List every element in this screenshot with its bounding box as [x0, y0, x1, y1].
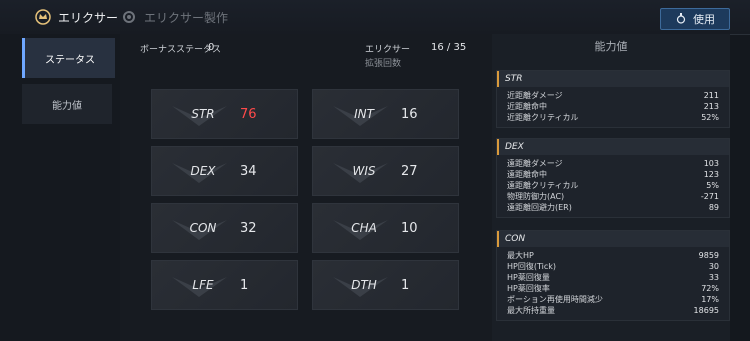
elixir-counter-value: 16 / 35: [431, 42, 467, 53]
sidebar-item-label: 能力値: [52, 100, 82, 112]
stat-name: DTH: [351, 278, 377, 292]
stat-name: INT: [354, 107, 374, 121]
ability-label: 遠距離クリティカル: [507, 181, 579, 190]
tab-elixir-craft-label: エリクサー製作: [144, 10, 229, 25]
ability-row: 遠距離命中 123: [497, 169, 729, 180]
ability-row: 最大HP 9859: [497, 250, 729, 261]
stat-name: STR: [191, 107, 215, 121]
ability-value: 211: [703, 91, 719, 100]
ability-value: 33: [708, 273, 719, 282]
sidebar-item-label: ステータス: [45, 54, 95, 66]
bonus-status-value: 0: [208, 42, 215, 53]
ability-value: 52%: [701, 113, 719, 122]
ability-label: HP回復(Tick): [507, 262, 556, 271]
elixir-counter: エリクサー 16 / 35 拡張回数: [365, 42, 475, 69]
sidebar-item-ability[interactable]: 能力値: [22, 84, 112, 124]
ability-label: 近距離命中: [507, 102, 547, 111]
stat-name: WIS: [352, 164, 376, 178]
top-bar: エリクサー エリクサー製作 使用: [0, 0, 750, 35]
ability-row: 近距離ダメージ 211: [497, 90, 729, 101]
ability-label: 最大HP: [507, 251, 534, 260]
stat-value: 1: [240, 278, 249, 293]
gear-icon: [120, 8, 138, 26]
stat-value: 1: [401, 278, 410, 293]
ability-row: HP回復(Tick) 30: [497, 261, 729, 272]
stat-cha: CHA 10: [312, 203, 459, 253]
tab-elixir-craft[interactable]: エリクサー製作: [120, 8, 228, 26]
stat-lfe: LFE 1: [151, 260, 298, 310]
ability-row: HP薬回復量 33: [497, 272, 729, 283]
stat-dth: DTH 1: [312, 260, 459, 310]
ability-label: HP薬回復率: [507, 284, 550, 293]
bonus-status: ボーナスステータス 0: [140, 42, 221, 55]
ability-section-str: STR 近距離ダメージ 211 近距離命中 213 近距離クリティカル 52%: [496, 70, 730, 128]
ability-value: 213: [703, 102, 719, 111]
ability-row: ポーション再使用時間減少 17%: [497, 294, 729, 305]
ability-value: 89: [708, 203, 719, 212]
ability-label: 物理防御力(AC): [507, 192, 565, 201]
ability-label: 遠距離ダメージ: [507, 159, 563, 168]
ability-value: -271: [700, 192, 719, 201]
ability-row: 遠距離クリティカル 5%: [497, 180, 729, 191]
ability-row: 近距離命中 213: [497, 101, 729, 112]
ability-row: 最大所持重量 18695: [497, 305, 729, 316]
stat-con: CON 32: [151, 203, 298, 253]
ability-value: 18695: [693, 306, 719, 315]
section-header: CON: [497, 231, 729, 247]
expand-count-label: 拡張回数: [365, 59, 402, 69]
stat-int: INT 16: [312, 89, 459, 139]
crown-icon: [34, 8, 52, 26]
stat-name: CHA: [351, 221, 377, 235]
sidebar-item-status[interactable]: ステータス: [22, 38, 115, 78]
stat-dex: DEX 34: [151, 146, 298, 196]
ability-section-con: CON 最大HP 9859 HP回復(Tick) 30 HP薬回復量 33 HP薬回復…: [496, 230, 730, 321]
ability-row: 物理防御力(AC) -271: [497, 191, 729, 202]
elixir-counter-label: エリクサー: [365, 45, 411, 55]
stat-name: LFE: [192, 278, 214, 292]
ability-row: 遠距離ダメージ 103: [497, 158, 729, 169]
ability-section-dex: DEX 遠距離ダメージ 103 遠距離命中 123 遠距離クリティカル 5% 物理防御…: [496, 138, 730, 218]
stat-value: 34: [240, 164, 257, 179]
stat-value: 16: [401, 107, 418, 122]
stat-name: DEX: [190, 164, 216, 178]
ability-label: 近距離クリティカル: [507, 113, 579, 122]
sidebar: [0, 34, 120, 341]
potion-icon: [675, 12, 687, 27]
ability-row: 遠距離回避力(ER) 89: [497, 202, 729, 213]
stat-value: 27: [401, 164, 418, 179]
stat-value: 76: [240, 107, 257, 122]
stat-str: STR 76: [151, 89, 298, 139]
tab-elixir-label: エリクサー: [58, 10, 119, 25]
stat-name: CON: [189, 221, 217, 235]
ability-value: 123: [703, 170, 719, 179]
ability-value: 103: [703, 159, 719, 168]
ability-label: 近距離ダメージ: [507, 91, 563, 100]
ability-row: HP薬回復率 72%: [497, 283, 729, 294]
ability-label: 最大所持重量: [507, 306, 555, 315]
ability-value: 9859: [698, 251, 719, 260]
ability-panel-title: 能力値: [594, 40, 628, 53]
stat-value: 10: [401, 221, 418, 236]
ability-label: 遠距離命中: [507, 170, 547, 179]
use-button-label: 使用: [693, 13, 715, 26]
tab-elixir[interactable]: エリクサー: [34, 8, 118, 26]
ability-value: 17%: [701, 295, 719, 304]
ability-value: 30: [708, 262, 719, 271]
ability-label: HP薬回復量: [507, 273, 550, 282]
ability-label: ポーション再使用時間減少: [507, 295, 603, 304]
ability-value: 72%: [701, 284, 719, 293]
use-button[interactable]: 使用: [660, 8, 730, 30]
section-header: STR: [497, 71, 729, 87]
ability-value: 5%: [706, 181, 719, 190]
stat-value: 32: [240, 221, 257, 236]
ability-row: 近距離クリティカル 52%: [497, 112, 729, 123]
ability-label: 遠距離回避力(ER): [507, 203, 572, 212]
section-header: DEX: [497, 139, 729, 155]
stat-wis: WIS 27: [312, 146, 459, 196]
